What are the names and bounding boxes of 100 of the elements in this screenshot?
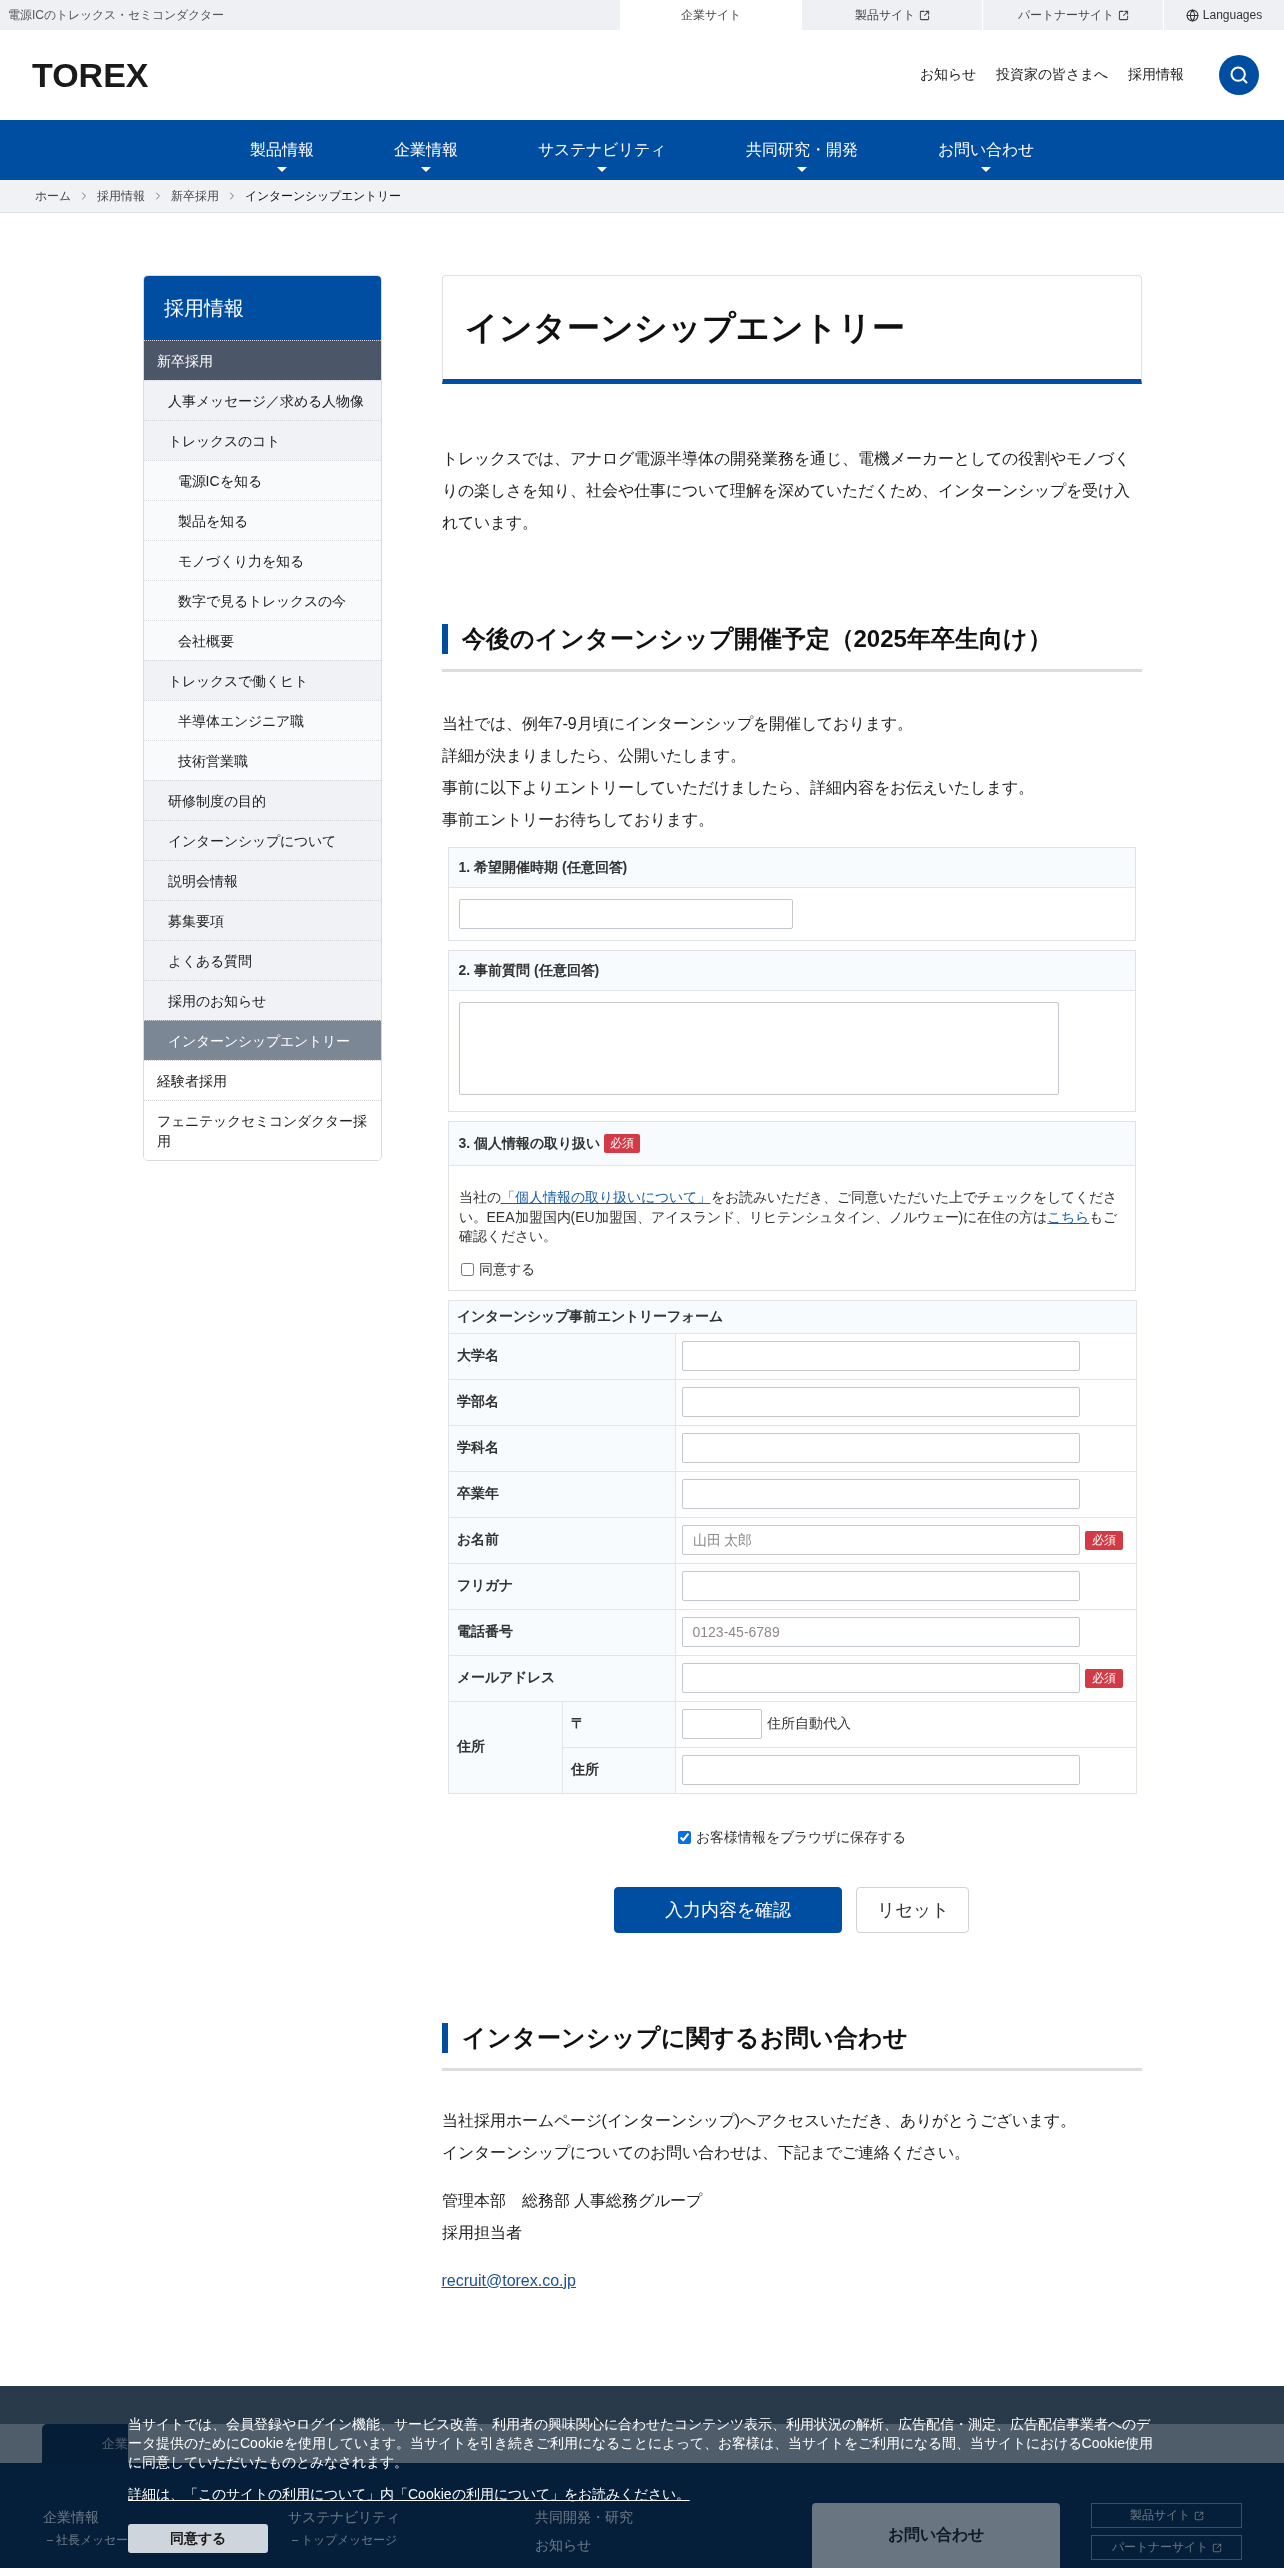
- nav-link[interactable]: サステナビリティ: [498, 120, 706, 180]
- textarea-field[interactable]: [458, 1002, 1059, 1095]
- sidebar-item[interactable]: 数字で見るトレックスの今: [143, 580, 381, 620]
- accept-button[interactable]: 同意する: [128, 2524, 268, 2553]
- nav-link[interactable]: 企業情報: [354, 120, 498, 180]
- sidebar-item[interactable]: 会社概要: [143, 620, 381, 660]
- header-link[interactable]: 採用情報: [1128, 66, 1184, 84]
- sidebar-item[interactable]: 研修制度の目的: [143, 780, 381, 820]
- policy-link[interactable]: 「個人情報の取り扱いについて」: [500, 1189, 711, 1205]
- footer-heading[interactable]: サステナビリティ: [288, 2507, 400, 2527]
- globe-icon: [1185, 8, 1199, 22]
- form-label: メールアドレス: [448, 1655, 675, 1701]
- caret-icon: [797, 167, 807, 172]
- form-label: フリガナ: [448, 1563, 675, 1609]
- agree-checkbox[interactable]: [460, 1263, 474, 1276]
- form-input[interactable]: [681, 1571, 1080, 1601]
- contact-line: 採用担当者: [441, 2222, 523, 2243]
- form-label: 住所: [562, 1747, 675, 1793]
- table-title: インターンシップ事前エントリーフォーム: [448, 1300, 1136, 1333]
- sidebar-title[interactable]: 採用情報: [143, 276, 381, 340]
- form-input[interactable]: [681, 1755, 1080, 1785]
- form-label: お名前: [448, 1517, 675, 1563]
- breadcrumb-link[interactable]: 新卒採用: [171, 187, 219, 205]
- header-link[interactable]: お知らせ: [920, 66, 976, 84]
- caret-icon: [277, 167, 287, 172]
- form-input[interactable]: [681, 1663, 1080, 1693]
- info-line: 当社では、例年7-9月頃にインターンシップを開催しております。: [441, 714, 914, 734]
- save-info-label[interactable]: お客様情報をブラウザに保存する: [695, 1828, 906, 1847]
- postal-code-input[interactable]: [681, 1709, 762, 1739]
- site-tagline: 電源ICのトレックス・セミコンダクター: [7, 7, 225, 24]
- form-input[interactable]: [681, 1341, 1080, 1371]
- footer-tab-label: 企業: [102, 2434, 128, 2453]
- sidebar-item[interactable]: インターンシップエントリー: [143, 1020, 381, 1060]
- form-input[interactable]: 0123-45-6789: [681, 1617, 1080, 1647]
- sidebar-item[interactable]: 電源ICを知る: [143, 460, 381, 500]
- sidebar-item[interactable]: インターンシップについて: [143, 820, 381, 860]
- form-input[interactable]: [681, 1433, 1080, 1463]
- contact-line: インターンシップについてのお問い合わせは、下記までご連絡ください。: [441, 2142, 971, 2163]
- sidebar-item[interactable]: 人事メッセージ／求める人物像: [143, 380, 381, 420]
- header-link[interactable]: 投資家の皆さまへ: [996, 66, 1108, 84]
- confirm-button[interactable]: 入力内容を確認: [614, 1886, 842, 1933]
- cookie-details-link[interactable]: 詳細は、「このサイトの利用について」内「Cookieの利用について」をお読みください。: [128, 2485, 690, 2504]
- sidebar-item[interactable]: 新卒採用: [143, 340, 381, 380]
- sidebar-item[interactable]: 説明会情報: [143, 860, 381, 900]
- section-heading: 今後のインターンシップ開催予定（2025年卒生向け）: [441, 624, 1142, 654]
- form-label: 卒業年: [448, 1471, 675, 1517]
- form-label: 電話番号: [448, 1609, 675, 1655]
- required-badge: 必須: [1084, 1530, 1123, 1550]
- sidebar-item[interactable]: モノづくり力を知る: [143, 540, 381, 580]
- site-tab[interactable]: 企業サイト: [620, 0, 801, 30]
- info-line: 詳細が決まりましたら、公開いたします。: [441, 746, 747, 766]
- form-input[interactable]: [681, 1387, 1080, 1417]
- sidebar-item[interactable]: フェニテックセミコンダクター採用: [143, 1100, 381, 1160]
- policy-link[interactable]: こちら: [1047, 1208, 1090, 1225]
- form-input[interactable]: 山田 太郎: [681, 1525, 1080, 1555]
- breadcrumb-link[interactable]: ホーム: [35, 187, 71, 205]
- question-label: 1. 希望開催時期 (任意回答): [458, 858, 628, 877]
- site-logo[interactable]: TOREX: [32, 58, 149, 92]
- footer-link[interactable]: 社長メッセー: [43, 2530, 128, 2550]
- info-line: 事前エントリーお待ちしております。: [441, 810, 715, 830]
- sidebar-item[interactable]: 技術営業職: [143, 740, 381, 780]
- form-input[interactable]: [681, 1479, 1080, 1509]
- form-label: 学部名: [448, 1379, 675, 1425]
- languages-button[interactable]: Languages: [1163, 0, 1284, 30]
- caret-icon: [981, 167, 991, 172]
- footer-heading[interactable]: 共同開発・研究: [535, 2507, 633, 2527]
- form-label: 〒: [562, 1701, 675, 1747]
- form-label: 学科名: [448, 1425, 675, 1471]
- save-info-checkbox[interactable]: [677, 1831, 691, 1844]
- sidebar-item[interactable]: 半導体エンジニア職: [143, 700, 381, 740]
- consent-text: 当社の「個人情報の取り扱いについて」をお読みいただき、ご同意いただいた上でチェックをしてください。EEA加盟国内(EU加盟国、アイスランド、リヒテンシュタイン、ノルウェー)に在住の方は こちら もご確認ください。: [458, 1188, 1119, 1246]
- sidebar-item[interactable]: トレックスのコト: [143, 420, 381, 460]
- footer-heading[interactable]: お知らせ: [535, 2535, 591, 2555]
- sidebar-item[interactable]: トレックスで働くヒト: [143, 660, 381, 700]
- nav-link[interactable]: お問い合わせ: [898, 120, 1074, 180]
- sidebar-item[interactable]: よくある質問: [143, 940, 381, 980]
- search-icon: [1229, 65, 1249, 85]
- sidebar-item[interactable]: 採用のお知らせ: [143, 980, 381, 1020]
- nav-link[interactable]: 製品情報: [210, 120, 354, 180]
- search-button[interactable]: [1219, 55, 1259, 95]
- cookie-notice-text: 当サイトでは、会員登録やログイン機能、サービス改善、利用者の興味関心に合わせたコンテンツ表示、利用状況の解析、広告配信・測定、広告配信事業者へのデータ提供のためにCookieを使用しています。当サイトを引き続きご利用になることによって、お客様は、当サイトをご利用になる間、当サイトにおけるCookie使用に同意していただいたものとみなされます。: [128, 2415, 1155, 2472]
- site-tab[interactable]: 製品サイト: [801, 0, 982, 30]
- footer-link[interactable]: トップメッセージ: [288, 2530, 397, 2550]
- text-input[interactable]: [458, 899, 793, 929]
- footer-heading[interactable]: 企業情報: [43, 2507, 99, 2527]
- required-badge: 必須: [604, 1134, 641, 1153]
- site-tab[interactable]: パートナーサイト: [982, 0, 1163, 30]
- sidebar-item[interactable]: 募集要項: [143, 900, 381, 940]
- section-heading: インターンシップに関するお問い合わせ: [441, 2022, 1142, 2053]
- breadcrumb-link[interactable]: 採用情報: [97, 187, 145, 205]
- agree-label[interactable]: 同意する: [478, 1260, 535, 1279]
- email-link[interactable]: recruit@torex.co.jp: [441, 2271, 576, 2289]
- page-title: インターンシップエントリー: [464, 307, 905, 348]
- form-label: 住所: [448, 1701, 562, 1793]
- nav-link[interactable]: 共同研究・開発: [706, 120, 898, 180]
- sidebar-item[interactable]: 製品を知る: [143, 500, 381, 540]
- auto-address-label: 住所自動代入: [766, 1715, 851, 1733]
- question-label: 2. 事前質問 (任意回答): [458, 961, 600, 980]
- reset-button[interactable]: リセット: [856, 1886, 969, 1933]
- breadcrumb-current: インターンシップエントリー: [245, 187, 401, 205]
